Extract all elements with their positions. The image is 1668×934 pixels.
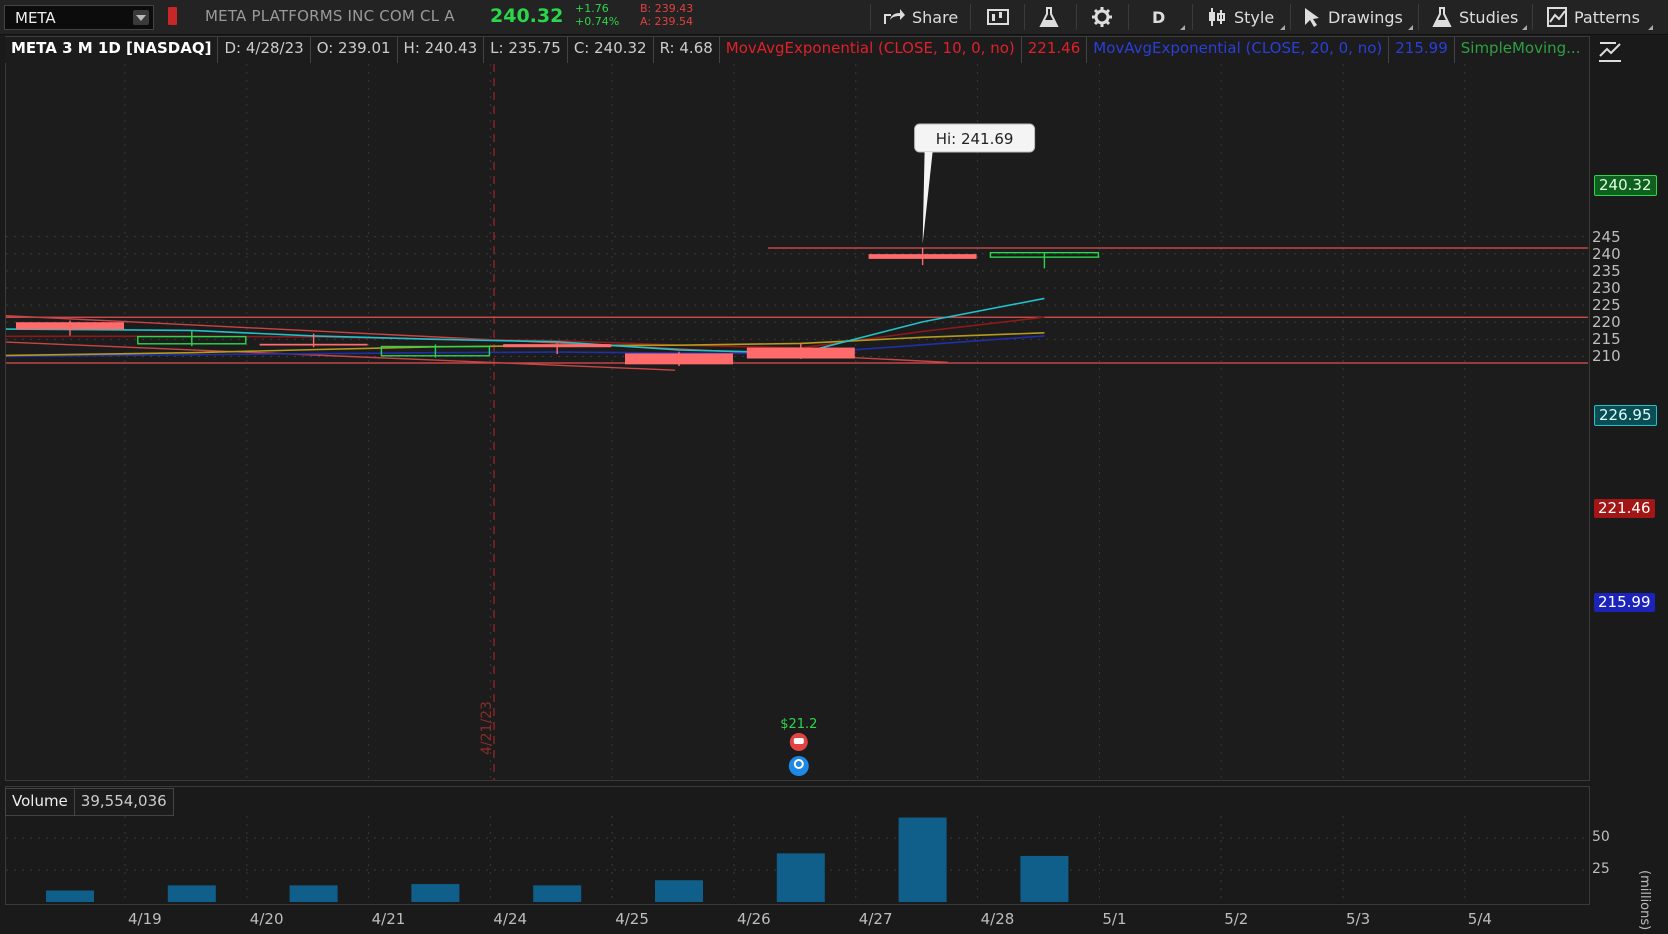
volume-bar: [898, 817, 947, 902]
date-tick-label: 4/24: [493, 910, 528, 928]
event-line-label: 4/21/23: [479, 701, 495, 755]
volume-label[interactable]: Volume: [5, 788, 75, 816]
date-tick-label: 5/3: [1346, 910, 1371, 928]
date-value: D: 4/28/23: [218, 37, 311, 63]
grid: [6, 64, 1588, 902]
ema20-tag: 215.99: [1594, 593, 1655, 612]
cyan-study-tag: 226.95: [1594, 405, 1657, 426]
high-value: H: 240.43: [397, 37, 485, 63]
volume-tick-label: 25: [1592, 861, 1610, 877]
date-tick-label: 5/2: [1224, 910, 1249, 928]
date-tick-label: 4/21: [371, 910, 406, 928]
chart-header: META 3 M 1D [NASDAQ] D: 4/28/23 O: 239.0…: [5, 37, 1587, 63]
volume-bar: [776, 853, 825, 902]
ema10-tag: 221.46: [1594, 499, 1655, 518]
volume-bar: [411, 884, 460, 902]
moving-averages: [5, 297, 1045, 358]
volume-bars: [46, 817, 1069, 902]
date-tick-label: 4/28: [980, 910, 1015, 928]
range-value: R: 4.68: [653, 37, 720, 63]
price-tick-label: 240: [1592, 244, 1621, 263]
annotations: Hi: 241.69 $21.2 4/21/23: [479, 123, 1036, 776]
candle-body: [259, 343, 368, 346]
volume-unit: (millions): [1637, 870, 1652, 931]
date-tick-label: 5/4: [1467, 910, 1492, 928]
price-tick-label: 235: [1592, 261, 1621, 280]
price-tick-label: 210: [1592, 347, 1621, 366]
volume-header: Volume 39,554,036: [5, 788, 174, 816]
close-value: C: 240.32: [567, 37, 654, 63]
date-tick-label: 5/1: [1102, 910, 1127, 928]
candle-body: [16, 322, 124, 330]
volume-tick-label: 50: [1592, 829, 1610, 845]
ema10-value: 221.46: [1021, 37, 1088, 63]
candle-body: [868, 254, 977, 259]
date-tick-label: 4/27: [858, 910, 893, 928]
event-label: $21.2: [780, 717, 817, 732]
price-tick-label: 245: [1592, 227, 1621, 246]
volume-bar: [1020, 855, 1069, 902]
chart-title[interactable]: META 3 M 1D [NASDAQ]: [5, 37, 219, 63]
ema20-label[interactable]: MovAvgExponential (CLOSE, 20, 0, no): [1087, 37, 1390, 63]
date-tick-label: 4/25: [615, 910, 649, 928]
volume-bar: [655, 880, 703, 902]
sma-label[interactable]: SimpleMoving...: [1454, 37, 1587, 63]
volume-bar: [167, 885, 216, 902]
volume-value: 39,554,036: [74, 788, 174, 816]
price-tick-label: 225: [1592, 296, 1621, 315]
price-tick-label: 230: [1592, 278, 1621, 297]
ema20-value: 215.99: [1389, 37, 1455, 63]
chart-type-icon[interactable]: [1596, 40, 1624, 64]
date-tick-label: 4/26: [737, 910, 771, 928]
candles: [16, 247, 1100, 367]
low-value: L: 235.75: [484, 37, 568, 63]
hi-label-pointer: [922, 152, 933, 244]
ema10-label[interactable]: MovAvgExponential (CLOSE, 10, 0, no): [719, 37, 1022, 63]
date-tick-label: 4/19: [128, 910, 162, 928]
volume-bar: [46, 890, 94, 902]
volume-bar: [289, 885, 338, 902]
candle-body: [746, 347, 855, 359]
price-tick-label: 215: [1592, 330, 1621, 349]
chart-canvas[interactable]: Hi: 241.69 $21.2 4/21/23: [0, 0, 1668, 934]
last-price-tag: 240.32: [1594, 175, 1657, 196]
date-tick-label: 4/20: [249, 910, 284, 928]
open-value: O: 239.01: [310, 37, 398, 63]
hi-label-text: Hi: 241.69: [936, 130, 1014, 148]
price-tick-label: 220: [1592, 313, 1621, 332]
candle-body: [503, 344, 612, 348]
volume-bar: [533, 885, 582, 902]
candle-body: [625, 353, 733, 365]
phone-icon-shape: [793, 738, 804, 744]
